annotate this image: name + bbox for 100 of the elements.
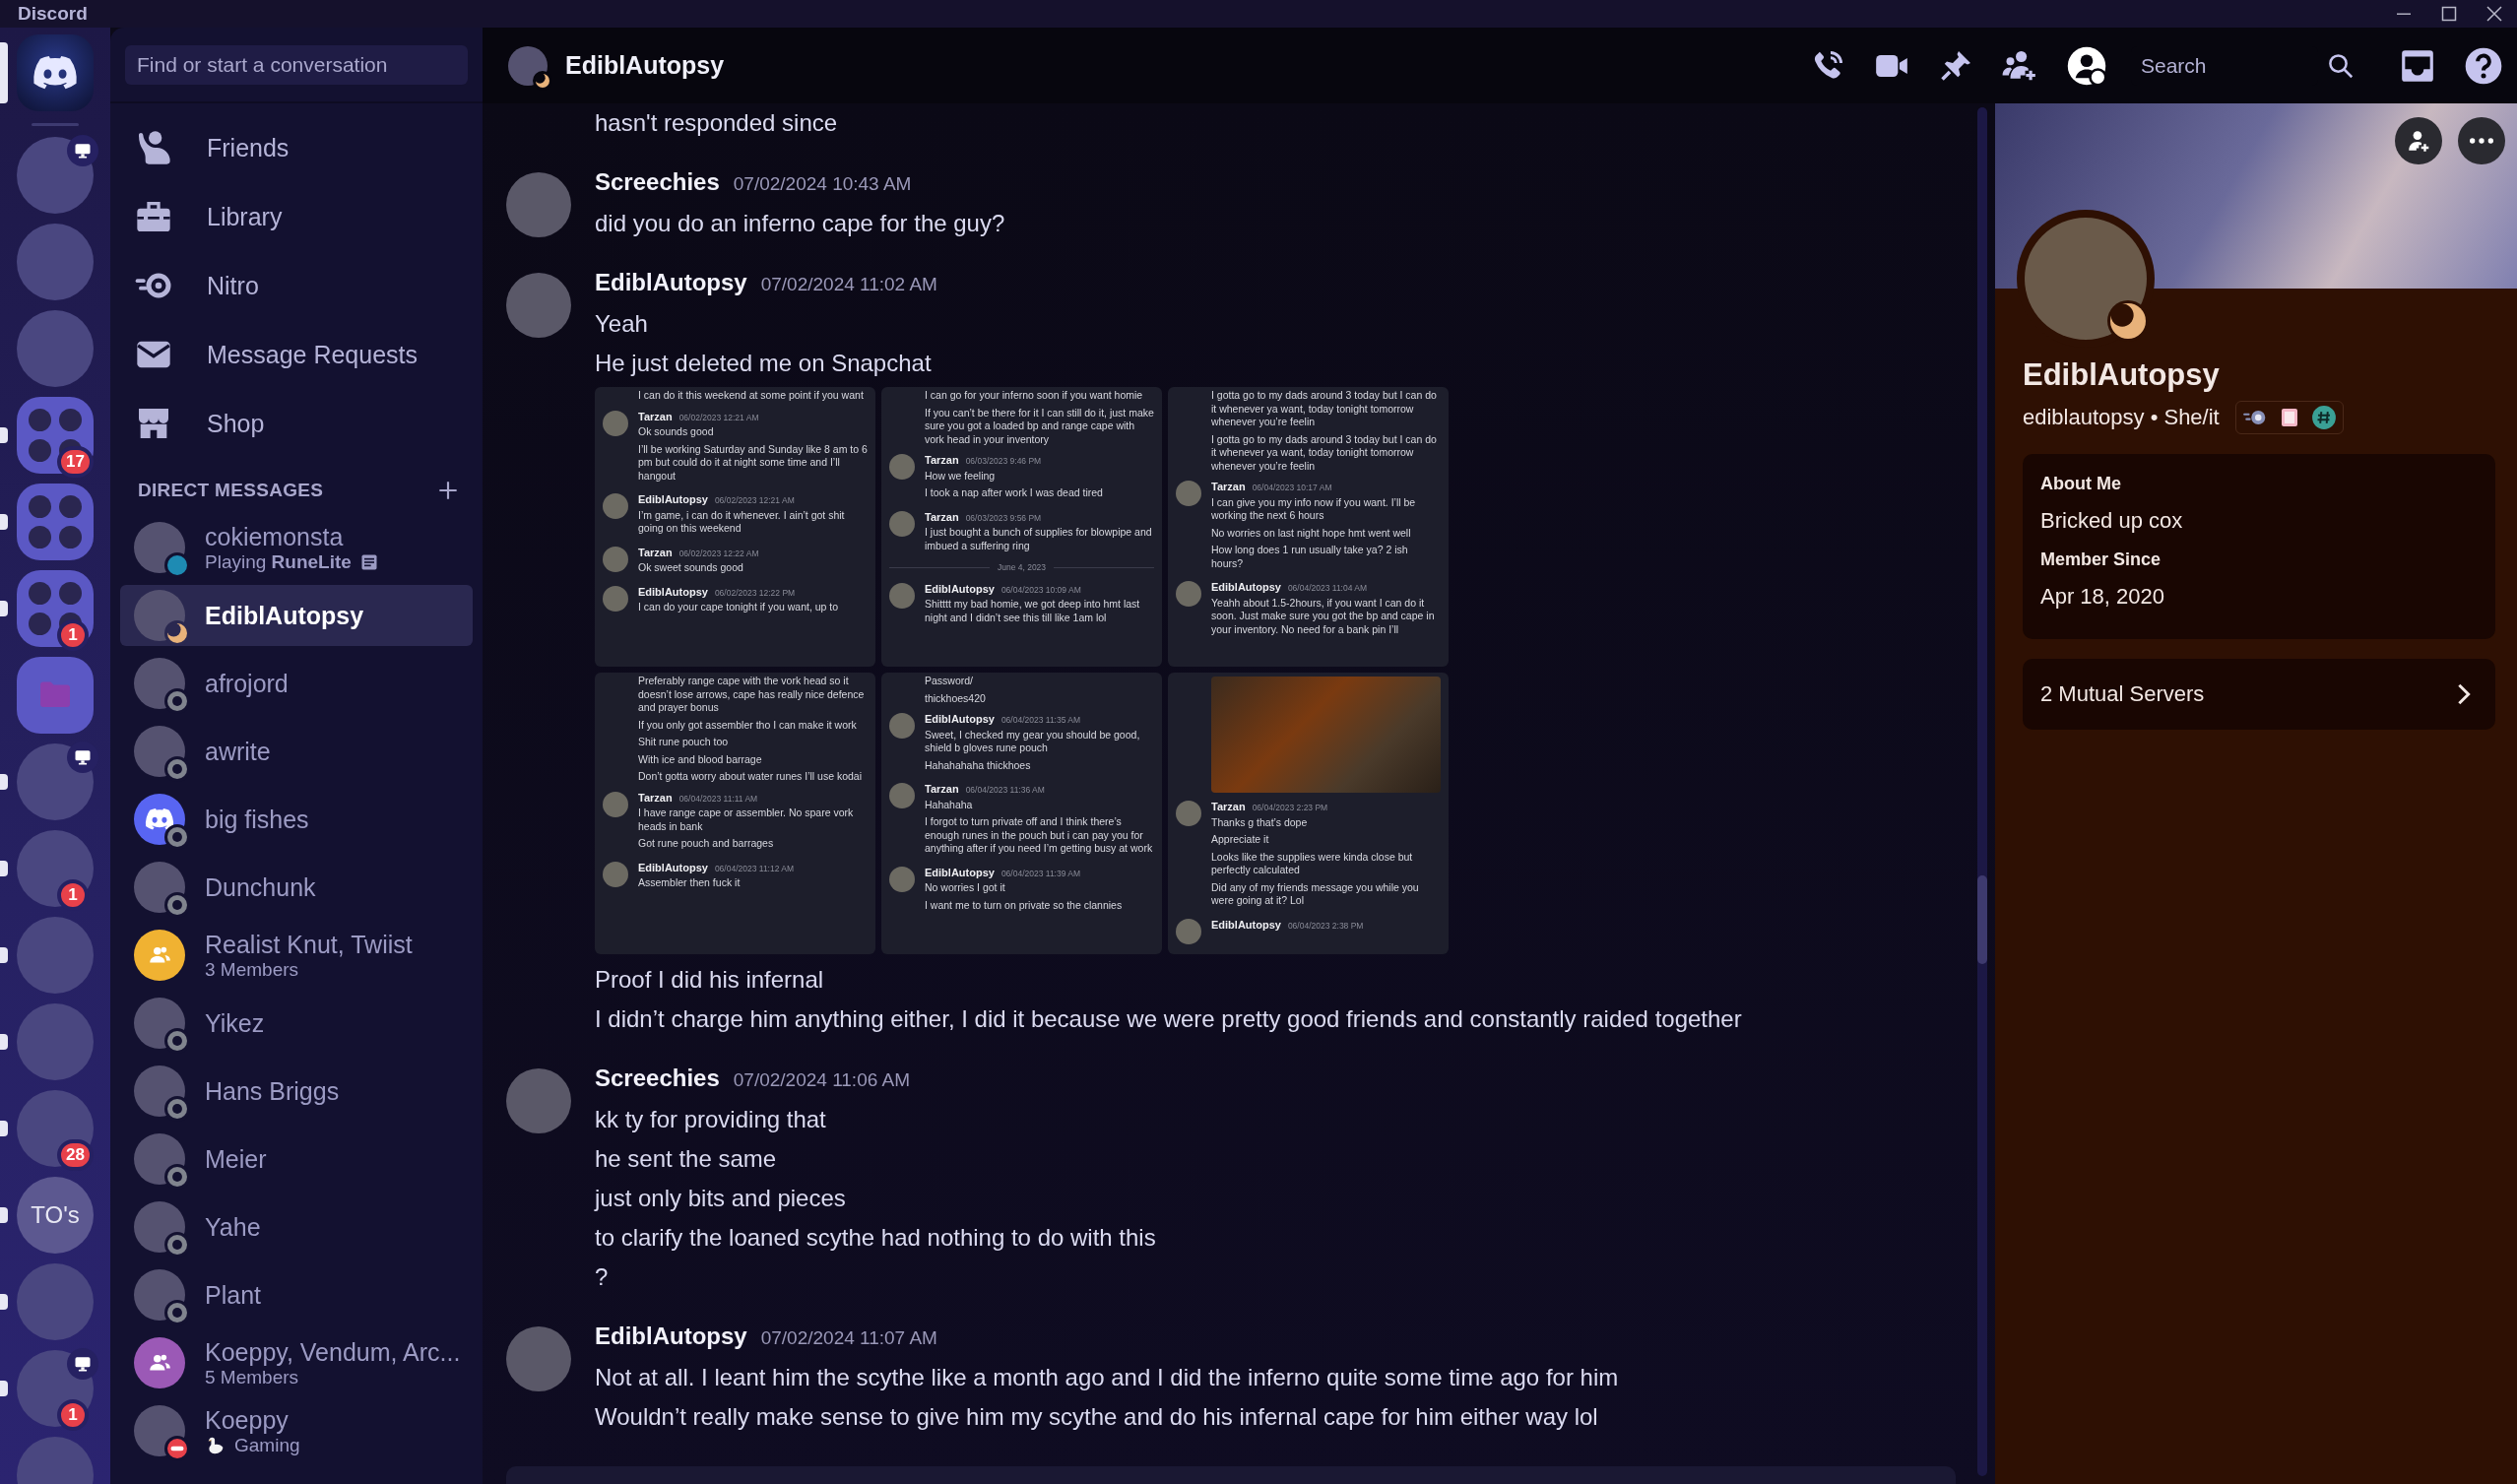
add-person-icon	[2406, 128, 2431, 154]
message-text: Assembler then fuck it	[638, 876, 742, 890]
status-indicator	[164, 892, 190, 918]
server-folder[interactable]	[17, 657, 94, 734]
section-heading: Member Since	[2040, 549, 2162, 570]
dm-item[interactable]: Koeppy Gaming	[120, 1400, 473, 1461]
message-text: did you do an inferno cape for the guy?	[595, 209, 1006, 238]
chat-screenshot[interactable]	[595, 387, 875, 667]
nav-item[interactable]: Shop	[120, 393, 473, 454]
author-name: Tarzan	[638, 410, 673, 423]
dm-item[interactable]: Meier	[120, 1129, 473, 1190]
server-folder[interactable]	[17, 570, 94, 647]
dm-item[interactable]: Yikez	[120, 993, 473, 1054]
message-text: No worries on last night hope hmt went well	[1211, 526, 1412, 540]
author-name[interactable]: EdiblAutopsy	[595, 269, 747, 296]
message-text: If you can’t be there for it I can still do it, just make sure you got a loaded bp and range cape with vork head in your inventory	[924, 406, 1154, 446]
search-field[interactable]: Find or start a conversation	[125, 44, 468, 85]
message-timestamp: 06/02/2023 12:21 AM	[678, 411, 759, 424]
message-text: just only bits and pieces	[595, 1183, 847, 1213]
author-name[interactable]: Screechies	[595, 168, 720, 196]
author-name: EdiblAutopsy	[925, 582, 995, 596]
message-timestamp: 06/02/2023 12:22 AM	[678, 547, 759, 560]
author-name: EdiblAutopsy	[638, 585, 708, 599]
author-name: Tarzan	[925, 783, 959, 797]
maximize-icon[interactable]	[2439, 4, 2459, 24]
user-avatar	[889, 582, 915, 609]
nav-item[interactable]: Friends	[120, 117, 473, 178]
status-indicator	[164, 1232, 190, 1258]
user-avatar	[603, 791, 628, 817]
dm-item[interactable]: Yahe	[120, 1196, 473, 1258]
user-avatar	[1176, 481, 1201, 506]
mention-badge: 28	[57, 1139, 94, 1171]
author-name: EdiblAutopsy	[1211, 581, 1281, 595]
message-text: I forgot to turn private off and I think there’s enough runes in the pouch but i can pay you for anything after if you need I’m getting busy at work	[925, 815, 1154, 856]
author-name: EdiblAutopsy	[1211, 918, 1281, 932]
user-avatar	[1176, 918, 1201, 944]
dm-item[interactable]: Realist Knut, Twiist 3 Members	[120, 925, 473, 986]
message-text: He just deleted me on Snapchat	[595, 349, 933, 378]
app-title: Discord	[18, 3, 88, 25]
author-name[interactable]: Screechies	[595, 1064, 720, 1092]
message-text: kk ty for providing that	[595, 1104, 827, 1134]
author-name: Tarzan	[638, 791, 673, 805]
mutual-servers-button[interactable]: 2 Mutual Servers	[2023, 659, 2495, 730]
author-name: Tarzan	[925, 510, 959, 524]
dm-item[interactable]: Hans Briggs	[120, 1061, 473, 1122]
monitor-icon	[73, 141, 93, 161]
message-text: Hahahaha	[925, 798, 974, 811]
message-timestamp: 06/04/2023 10:09 AM	[1000, 583, 1081, 597]
date-divider: June 4, 2023	[997, 561, 1047, 574]
message-text: I have range cape or assembler. No spare vork heads in bank	[638, 807, 855, 833]
user-avatar	[1176, 801, 1201, 826]
close-icon[interactable]	[2485, 4, 2504, 24]
message-text: hasn't responded since	[595, 108, 839, 138]
server-folder[interactable]	[17, 484, 94, 560]
chat-screenshot[interactable]	[881, 387, 1162, 667]
nav-item[interactable]: Library	[120, 186, 473, 247]
dm-item[interactable]: awrite	[120, 721, 473, 782]
nav-item[interactable]: Nitro	[120, 255, 473, 316]
status-indicator	[164, 688, 190, 714]
message-text: Password/	[924, 675, 975, 688]
chat-screenshot[interactable]	[881, 673, 1162, 954]
scrollbar-thumb[interactable]	[1977, 875, 1987, 964]
author-name[interactable]: EdiblAutopsy	[595, 1322, 747, 1350]
user-avatar	[889, 454, 915, 480]
nav-item[interactable]: Message Requests	[120, 324, 473, 385]
discord-logo-icon	[32, 56, 78, 90]
message-text: I can do it this weekend at some point if you want	[637, 389, 865, 403]
hashtag-badge-icon	[2310, 405, 2337, 430]
more-dots-icon	[2470, 138, 2493, 144]
message-text: I can go for your inferno soon if you want homie	[924, 389, 1144, 403]
section-heading: About Me	[2040, 474, 2122, 494]
message-timestamp: 06/04/2023 11:04 AM	[1287, 582, 1368, 595]
user-profile-icon[interactable]	[2066, 44, 2107, 87]
author-name: EdiblAutopsy	[638, 861, 708, 874]
dm-item[interactable]: cokiemonsta Playing RuneLite	[120, 517, 473, 578]
dm-item[interactable]: Dunchunk	[120, 857, 473, 918]
user-avatar	[603, 585, 628, 612]
dm-item[interactable]: Koeppy, Vendum, Arc... 5 Members	[120, 1332, 473, 1393]
chat-screenshot[interactable]	[1168, 387, 1449, 667]
chat-screenshot[interactable]	[595, 673, 875, 954]
chat-screenshot[interactable]	[1168, 673, 1449, 954]
help-icon[interactable]	[2464, 45, 2503, 86]
message-text: How we feeling	[925, 469, 997, 483]
status-indicator	[164, 1164, 190, 1190]
message-text: I can do your cape tonight if you want, up to	[638, 601, 840, 614]
message-text: Looks like the supplies were kinda close but perfectly calculated	[1211, 850, 1414, 877]
dm-item[interactable]: Plant	[120, 1264, 473, 1325]
message-text: If you only got assembler tho I can make it work	[637, 718, 858, 732]
dm-item[interactable]: big fishes	[120, 789, 473, 850]
member-date: Apr 18, 2020	[2040, 584, 2165, 610]
dm-item[interactable]: EdiblAutopsy	[120, 585, 473, 646]
server-icon[interactable]: TO's	[17, 1177, 94, 1254]
message-text: I want me to turn on private so the clannies	[925, 898, 1124, 912]
author-name: EdiblAutopsy	[638, 493, 708, 507]
message-text: Got rune pouch and barrages	[638, 837, 775, 851]
message-text: ?	[595, 1261, 610, 1292]
message-text: Hahahahaha thickhoes	[925, 758, 1032, 772]
message-text: Shit rune pouch too	[637, 736, 730, 749]
dm-item[interactable]: afrojord	[120, 653, 473, 714]
home-button[interactable]	[17, 34, 94, 111]
